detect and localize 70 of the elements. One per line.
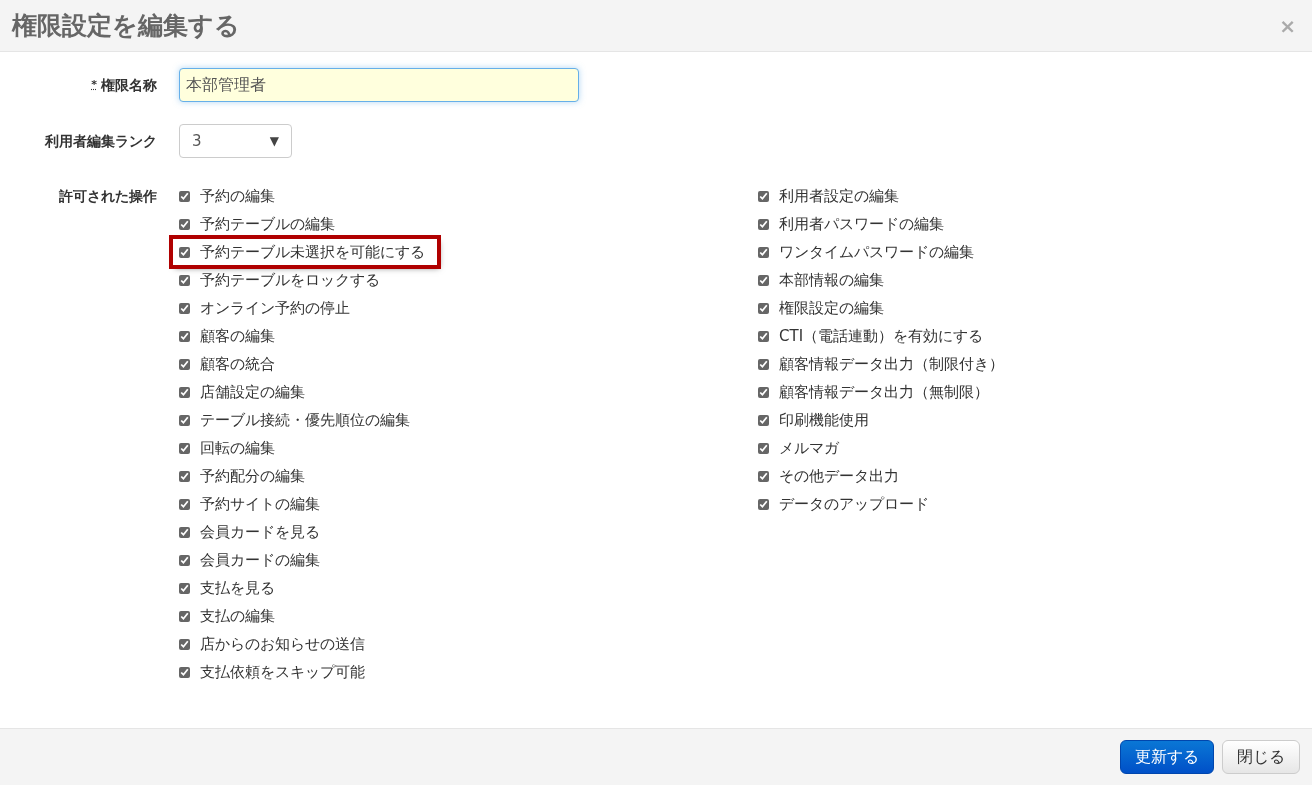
permission-label: 支払を見る [200, 577, 275, 599]
permission-checkbox[interactable] [179, 414, 190, 426]
permission-label: 利用者設定の編集 [779, 185, 899, 207]
permission-label: テーブル接続・優先順位の編集 [200, 409, 410, 431]
close-dialog-button[interactable]: 閉じる [1222, 740, 1300, 774]
permission-label: 予約サイトの編集 [200, 493, 320, 515]
permission-checkbox[interactable] [179, 330, 190, 342]
permission-label: その他データ出力 [779, 465, 899, 487]
permission-checkbox[interactable] [179, 470, 190, 482]
permission-checkbox[interactable] [758, 414, 769, 426]
permission-label: 店からのお知らせの送信 [200, 633, 365, 655]
permission-label: 回転の編集 [200, 437, 275, 459]
permission-checkbox[interactable] [179, 274, 190, 286]
permission-checkbox[interactable] [179, 442, 190, 454]
permission-label: 印刷機能使用 [779, 409, 869, 431]
permission-label: ワンタイムパスワードの編集 [779, 241, 974, 263]
field-label: 権限名称 [101, 75, 157, 95]
permission-label: 予約の編集 [200, 185, 275, 207]
permission-label: CTI（電話連動）を有効にする [779, 325, 984, 347]
permission-checkbox[interactable] [758, 274, 769, 286]
permission-checkbox[interactable] [758, 302, 769, 314]
permission-label: データのアップロード [779, 493, 929, 515]
permission-checkbox[interactable] [758, 386, 769, 398]
permission-checkbox[interactable] [179, 526, 190, 538]
permission-checkbox[interactable] [179, 246, 190, 258]
update-button[interactable]: 更新する [1120, 740, 1214, 774]
permission-label: メルマガ [779, 437, 839, 459]
name-field[interactable]: 本部管理者 [179, 68, 579, 102]
permission-label: 本部情報の編集 [779, 269, 884, 291]
permission-label: 顧客情報データ出力（無制限） [779, 381, 989, 403]
permission-label: 利用者パスワードの編集 [779, 213, 944, 235]
permission-checkbox[interactable] [179, 358, 190, 370]
permission-label: 権限設定の編集 [779, 297, 884, 319]
permission-label: 支払依頼をスキップ可能 [200, 661, 365, 683]
permission-checkbox[interactable] [179, 554, 190, 566]
required-mark: * [91, 76, 97, 93]
permission-checkbox[interactable] [758, 470, 769, 482]
permission-label: 会員カードの編集 [200, 549, 320, 571]
field-label: 許可された操作 [58, 187, 157, 206]
dialog-title: 権限設定を編集する [12, 10, 240, 41]
permission-checkbox[interactable] [758, 190, 769, 202]
permission-checkbox[interactable] [179, 190, 190, 202]
permission-label: 会員カードを見る [200, 521, 320, 543]
permission-checkbox[interactable] [179, 638, 190, 650]
field-label: 利用者編集ランク [45, 131, 157, 151]
permission-label: 予約テーブル未選択を可能にする [200, 241, 425, 263]
permission-checkbox[interactable] [179, 610, 190, 622]
caret-icon: ▼ [269, 132, 279, 150]
rank-select[interactable]: 3 ▼ [179, 124, 292, 158]
permission-label: オンライン予約の停止 [200, 297, 350, 319]
permission-label: 顧客情報データ出力（制限付き） [779, 353, 1004, 375]
permission-label: 店舗設定の編集 [200, 381, 305, 403]
permission-label: 支払の編集 [200, 605, 275, 627]
permission-checkbox[interactable] [758, 442, 769, 454]
permission-checkbox[interactable] [758, 218, 769, 230]
permission-checkbox[interactable] [179, 302, 190, 314]
permission-label: 顧客の編集 [200, 325, 275, 347]
permission-label: 顧客の統合 [200, 353, 275, 375]
permission-label: 予約テーブルの編集 [200, 213, 335, 235]
permission-checkbox[interactable] [758, 246, 769, 258]
permission-checkbox[interactable] [758, 498, 769, 510]
permission-checkbox[interactable] [179, 218, 190, 230]
permission-checkbox[interactable] [758, 358, 769, 370]
permission-label: 予約配分の編集 [200, 465, 305, 487]
permission-checkbox[interactable] [179, 386, 190, 398]
permission-checkbox[interactable] [179, 582, 190, 594]
permission-checkbox[interactable] [179, 666, 190, 678]
permission-checkbox[interactable] [758, 330, 769, 342]
permission-label: 予約テーブルをロックする [200, 269, 380, 291]
permission-checkbox[interactable] [179, 498, 190, 510]
